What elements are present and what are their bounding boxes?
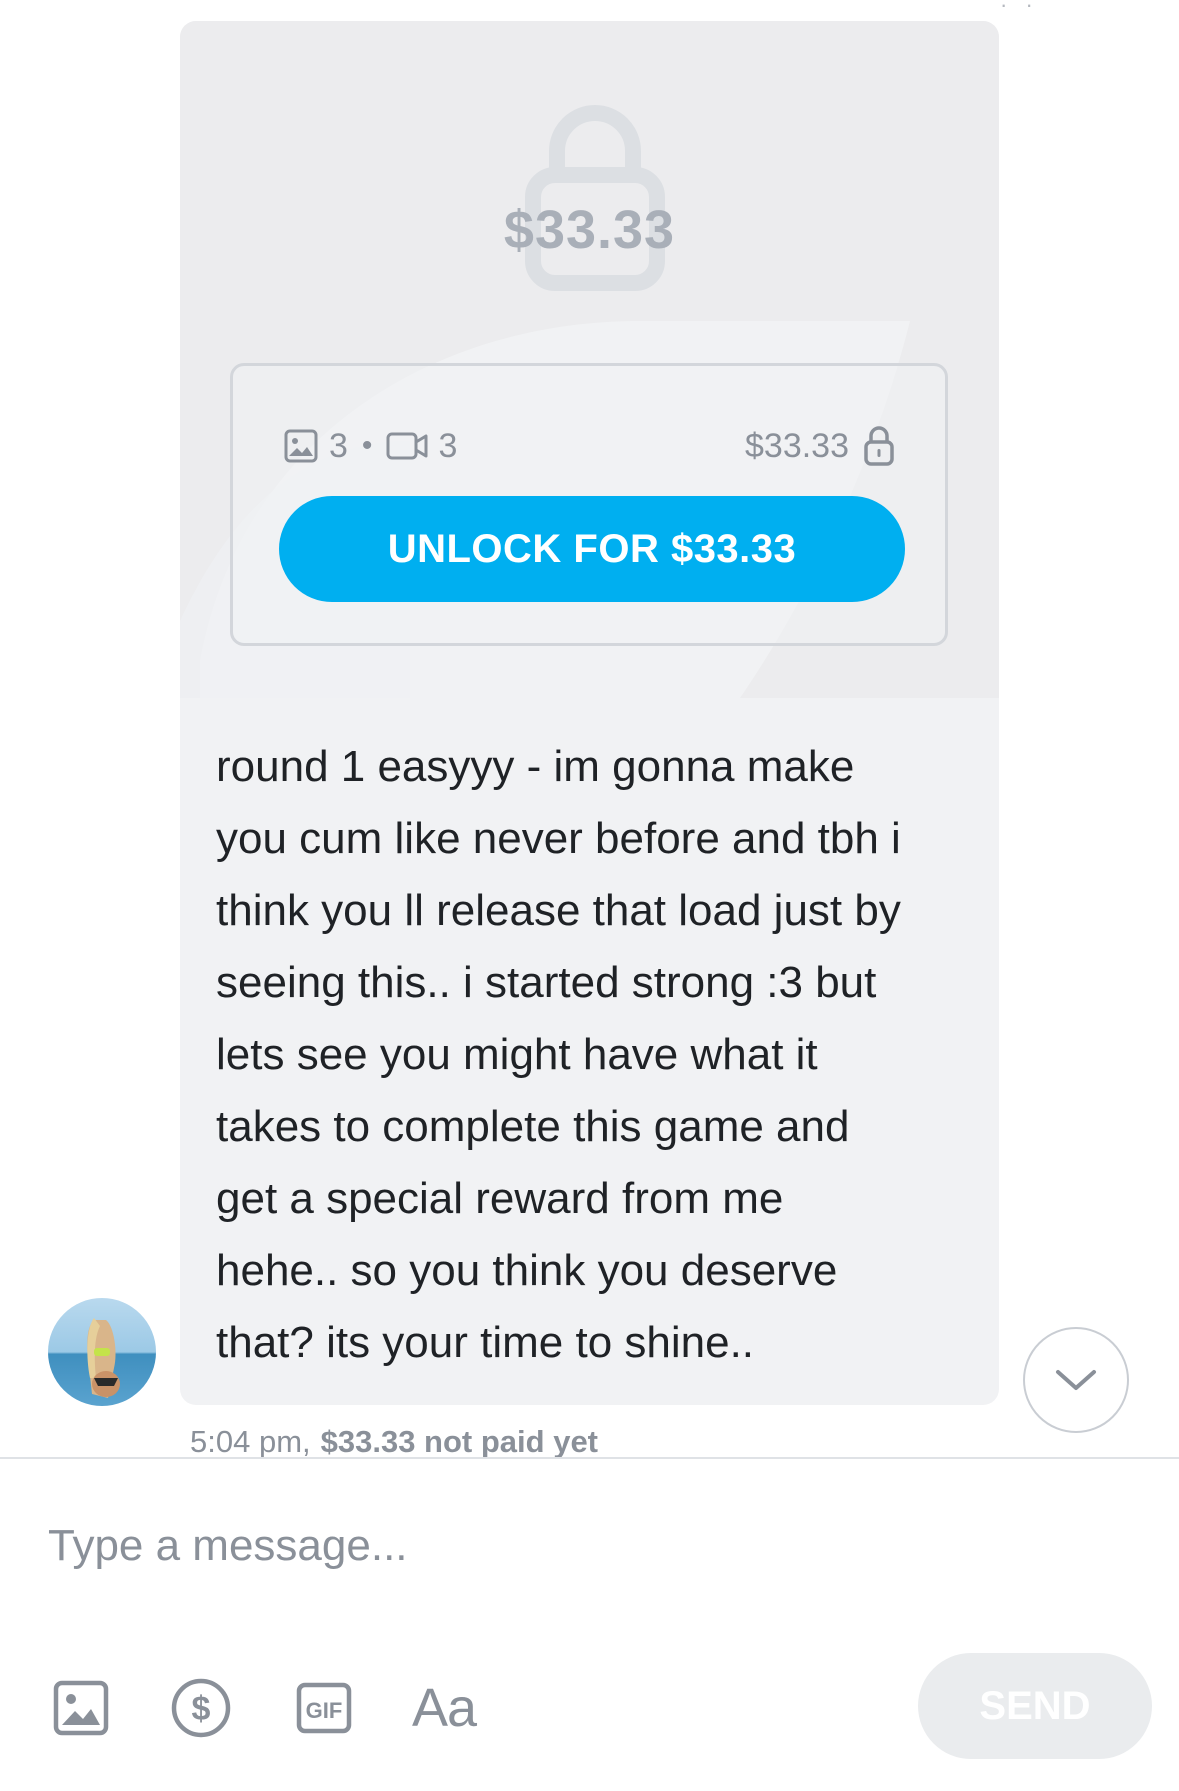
message-line: you cum like never before and tbh i [216, 814, 901, 863]
card-price-value: $33.33 [745, 426, 849, 465]
message-line: that? its your time to shine.. [216, 1318, 755, 1367]
send-tip-button[interactable]: $ [168, 1672, 234, 1744]
image-icon [53, 1680, 109, 1736]
message-line: lets see you might have what it [216, 1030, 818, 1079]
message-line: seeing this.. i started strong :3 but [216, 958, 877, 1007]
chat-screen: · · $33.33 3 • 3 $33.33 UNLOCK FOR $33.3… [0, 0, 1179, 1791]
video-count: 3 [438, 426, 458, 465]
attach-image-button[interactable] [48, 1672, 114, 1744]
message-line: think you ll release that load just by [216, 886, 901, 935]
card-price: $33.33 [745, 424, 895, 468]
scroll-down-button[interactable] [1023, 1327, 1129, 1433]
media-separator: • [361, 429, 373, 462]
chevron-down-icon [1056, 1370, 1096, 1390]
unlock-card: 3 • 3 $33.33 UNLOCK FOR $33.33 [230, 363, 948, 646]
message-text: round 1 easyyy - im gonna make you cum l… [216, 731, 976, 1379]
photo-count: 3 [329, 426, 348, 465]
cropped-top-glyphs: · · [1000, 0, 1039, 17]
dollar-icon: $ [171, 1678, 231, 1738]
message-line: get a special reward from me [216, 1174, 784, 1223]
avatar[interactable] [48, 1298, 156, 1406]
gif-button[interactable]: GIF [288, 1672, 360, 1744]
message-time: 5:04 pm, [190, 1424, 311, 1459]
unlock-button[interactable]: UNLOCK FOR $33.33 [279, 496, 905, 602]
payment-status: $33.33 not paid yet [320, 1424, 599, 1459]
lock-icon [864, 426, 894, 466]
text-format-label: Aa [411, 1678, 477, 1738]
gif-icon: GIF [296, 1682, 352, 1734]
message-line: takes to complete this game and [216, 1102, 850, 1151]
svg-text:GIF: GIF [306, 1698, 343, 1723]
lock-icon [525, 105, 665, 291]
message-meta: 5:04 pm, $33.33 not paid yet [190, 1424, 598, 1460]
message-line: round 1 easyyy - im gonna make [216, 742, 855, 791]
message-input[interactable] [48, 1518, 1128, 1574]
svg-text:$: $ [192, 1690, 211, 1728]
locked-media-preview[interactable]: $33.33 3 • 3 $33.33 UNLOCK FOR $33.33 [180, 21, 999, 698]
locked-price: $33.33 [503, 200, 676, 260]
image-icon [284, 429, 318, 463]
composer-divider [0, 1457, 1179, 1459]
avatar-photo [48, 1298, 156, 1406]
media-count: 3 • 3 [283, 424, 457, 468]
text-format-button[interactable]: Aa [404, 1672, 484, 1744]
video-icon [386, 432, 428, 460]
send-button[interactable]: SEND [918, 1653, 1152, 1759]
message-line: hehe.. so you think you deserve [216, 1246, 838, 1295]
message-bubble: $33.33 3 • 3 $33.33 UNLOCK FOR $33.33 ro… [180, 21, 999, 1405]
